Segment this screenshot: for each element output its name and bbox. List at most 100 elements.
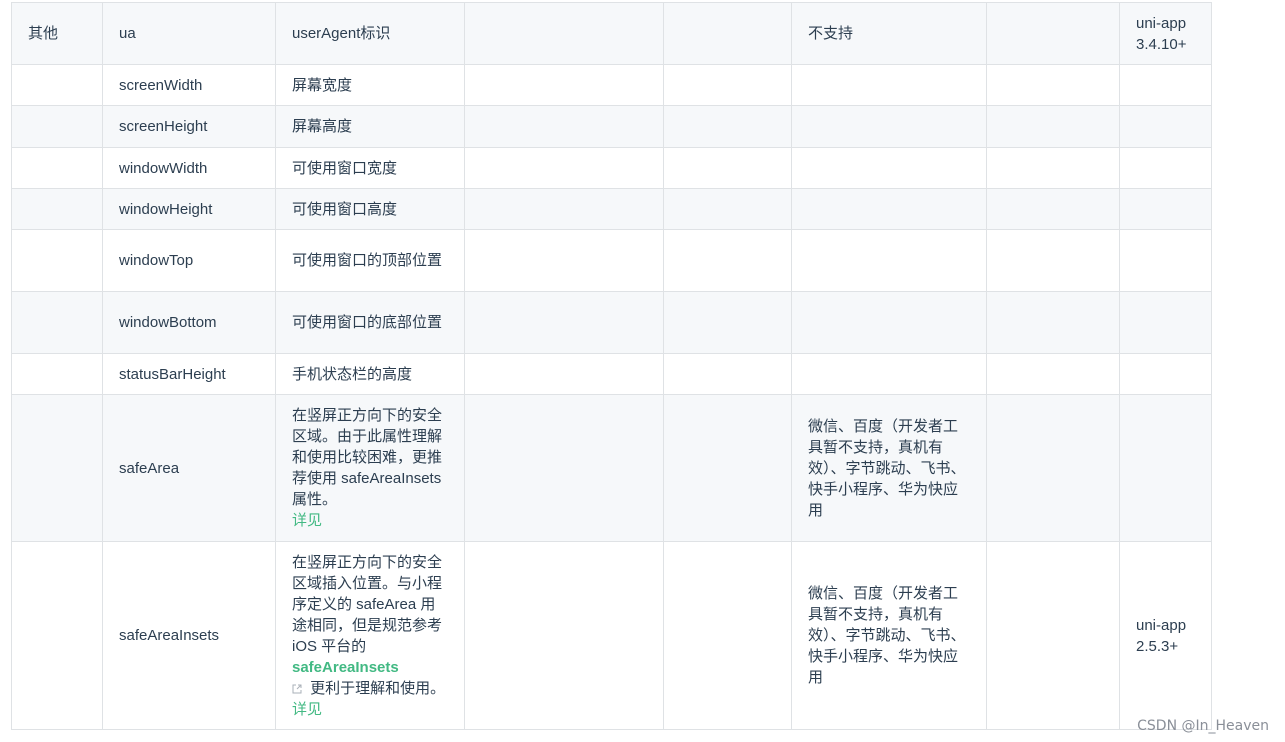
table-cell-empty xyxy=(11,394,103,542)
table-cell-desc: 在竖屏正方向下的安全区域插入位置。与小程序定义的 safeArea 用途相同，但… xyxy=(275,541,465,730)
table-cell-empty xyxy=(663,2,792,65)
table-cell-empty xyxy=(791,229,987,292)
table-row: safeArea 在竖屏正方向下的安全区域。由于此属性理解和使用比较困难，更推荐… xyxy=(11,394,1212,542)
table-row: screenWidth 屏幕宽度 xyxy=(11,64,1212,106)
table-cell-empty xyxy=(464,291,664,354)
table-cell-empty xyxy=(986,2,1120,65)
table-cell-empty xyxy=(464,541,664,730)
table-row: windowBottom 可使用窗口的底部位置 xyxy=(11,291,1212,354)
table-cell-empty xyxy=(986,394,1120,542)
table-cell-empty xyxy=(1119,64,1212,106)
desc-text: 在竖屏正方向下的安全区域插入位置。与小程序定义的 safeArea 用途相同，但… xyxy=(292,553,443,655)
desc-text: 在竖屏正方向下的安全区域。由于此属性理解和使用比较困难，更推荐使用 safeAr… xyxy=(292,407,443,508)
safe-area-insets-link[interactable]: safeAreaInsets xyxy=(292,659,399,676)
table-row: windowWidth 可使用窗口宽度 xyxy=(11,147,1212,189)
table-cell-param: safeArea xyxy=(102,394,276,542)
table-cell-empty xyxy=(11,147,103,189)
table-cell-empty xyxy=(11,64,103,106)
table-cell-param: safeAreaInsets xyxy=(102,541,276,730)
table-cell-param: windowTop xyxy=(102,229,276,292)
table-cell-param: windowWidth xyxy=(102,147,276,189)
desc-text: 更利于理解和使用。 xyxy=(306,679,446,697)
table-cell-empty xyxy=(11,229,103,292)
table-cell-empty xyxy=(11,188,103,230)
table-cell-empty xyxy=(1119,188,1212,230)
table-cell-param: screenWidth xyxy=(102,64,276,106)
external-link-icon xyxy=(292,679,302,693)
table-cell-empty xyxy=(986,291,1120,354)
table-cell-empty xyxy=(663,353,792,395)
table-cell-empty xyxy=(11,291,103,354)
table-cell-empty xyxy=(11,541,103,730)
table-cell-param: windowHeight xyxy=(102,188,276,230)
table-cell-empty xyxy=(663,229,792,292)
table-cell-desc: 可使用窗口宽度 xyxy=(275,147,465,189)
table-cell-support: 微信、百度（开发者工具暂不支持，真机有效）、字节跳动、飞书、快手小程序、华为快应… xyxy=(791,541,987,730)
table-cell-empty xyxy=(464,64,664,106)
table-row: windowTop 可使用窗口的顶部位置 xyxy=(11,229,1212,292)
table-cell-empty xyxy=(663,394,792,542)
watermark: CSDN @In_Heaven xyxy=(1137,718,1269,734)
table-cell-empty xyxy=(986,353,1120,395)
table-cell-empty xyxy=(464,2,664,65)
table-cell-empty xyxy=(464,147,664,189)
table-cell-empty xyxy=(791,105,987,148)
see-more-link[interactable]: 详见 xyxy=(292,701,322,718)
table-cell-empty xyxy=(1119,105,1212,148)
table-cell-desc: 屏幕高度 xyxy=(275,105,465,148)
table-cell-empty xyxy=(464,229,664,292)
table-cell-desc: 在竖屏正方向下的安全区域。由于此属性理解和使用比较困难，更推荐使用 safeAr… xyxy=(275,394,465,542)
table-cell-empty xyxy=(663,291,792,354)
table-cell-param: statusBarHeight xyxy=(102,353,276,395)
table-row: statusBarHeight 手机状态栏的高度 xyxy=(11,353,1212,395)
table-cell-empty xyxy=(986,105,1120,148)
table-cell-empty xyxy=(663,147,792,189)
table-cell-desc: 屏幕宽度 xyxy=(275,64,465,106)
table-cell-empty xyxy=(986,188,1120,230)
table-cell-empty xyxy=(11,353,103,395)
table-cell-empty xyxy=(663,64,792,106)
table-row: 其他 ua userAgent标识 不支持 uni-app 3.4.10+ xyxy=(11,2,1212,65)
table-cell-desc: 可使用窗口的底部位置 xyxy=(275,291,465,354)
table-cell-support: 微信、百度（开发者工具暂不支持，真机有效）、字节跳动、飞书、快手小程序、华为快应… xyxy=(791,394,987,542)
table-cell-empty xyxy=(1119,229,1212,292)
table-cell-empty xyxy=(11,105,103,148)
table-row: screenHeight 屏幕高度 xyxy=(11,105,1212,148)
table-cell-empty xyxy=(986,229,1120,292)
table-cell-empty xyxy=(464,188,664,230)
table-cell-empty xyxy=(1119,394,1212,542)
table-cell-empty xyxy=(986,541,1120,730)
table-cell-empty xyxy=(791,147,987,189)
table-cell-param: screenHeight xyxy=(102,105,276,148)
table-cell-empty xyxy=(791,64,987,106)
table-cell-empty xyxy=(1119,353,1212,395)
table-cell-param: ua xyxy=(102,2,276,65)
table-row: safeAreaInsets 在竖屏正方向下的安全区域插入位置。与小程序定义的 … xyxy=(11,541,1212,730)
table-cell-desc: 可使用窗口的顶部位置 xyxy=(275,229,465,292)
table-cell-empty xyxy=(986,64,1120,106)
see-more-link[interactable]: 详见 xyxy=(292,512,322,529)
table-cell-empty xyxy=(663,105,792,148)
api-table: 其他 ua userAgent标识 不支持 uni-app 3.4.10+ sc… xyxy=(11,2,1212,730)
table-cell-desc: 可使用窗口高度 xyxy=(275,188,465,230)
table-cell-empty xyxy=(464,394,664,542)
table-cell-category: 其他 xyxy=(11,2,103,65)
table-cell-version: uni-app 2.5.3+ xyxy=(1119,541,1212,730)
table-cell-param: windowBottom xyxy=(102,291,276,354)
table-cell-empty xyxy=(1119,291,1212,354)
table-cell-desc: userAgent标识 xyxy=(275,2,465,65)
table-cell-desc: 手机状态栏的高度 xyxy=(275,353,465,395)
table-cell-version: uni-app 3.4.10+ xyxy=(1119,2,1212,65)
table-cell-empty xyxy=(791,291,987,354)
table-cell-empty xyxy=(663,541,792,730)
page: 其他 ua userAgent标识 不支持 uni-app 3.4.10+ sc… xyxy=(0,0,1285,742)
table-row: windowHeight 可使用窗口高度 xyxy=(11,188,1212,230)
table-cell-empty xyxy=(791,353,987,395)
table-cell-empty xyxy=(464,105,664,148)
table-cell-empty xyxy=(663,188,792,230)
table-cell-empty xyxy=(464,353,664,395)
table-cell-empty xyxy=(1119,147,1212,189)
table-cell-support: 不支持 xyxy=(791,2,987,65)
table-cell-empty xyxy=(791,188,987,230)
table-cell-empty xyxy=(986,147,1120,189)
